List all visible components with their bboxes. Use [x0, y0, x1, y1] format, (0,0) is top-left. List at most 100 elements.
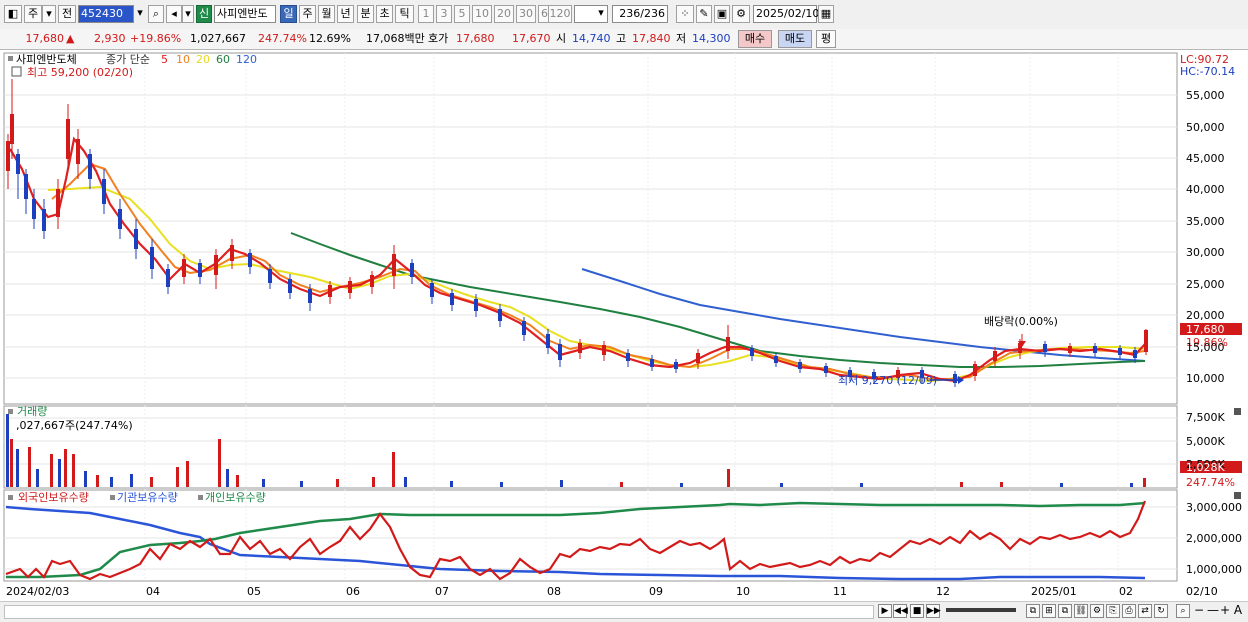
copy-icon[interactable]: ⎘: [1106, 604, 1120, 618]
chart-area[interactable]: 사피엔반도체 종가 단순 5 10 20 60 120 최고 59,200 (0…: [0, 49, 1248, 601]
institution-handle-icon[interactable]: [110, 495, 115, 500]
interval-dropdown-icon[interactable]: ▾: [595, 5, 607, 23]
ma-label: 종가 단순: [106, 53, 150, 66]
hold-tick-2m: 2,000,000: [1186, 532, 1242, 545]
zoom-in-icon[interactable]: +: [1218, 604, 1232, 618]
hc-label: HC:-70.14: [1180, 65, 1235, 78]
individual-legend: 개인보유수량: [205, 491, 266, 504]
refresh-icon[interactable]: ↻: [1154, 604, 1168, 618]
speaker-dropdown-icon[interactable]: ▾: [182, 5, 194, 23]
interval-120-button[interactable]: 120: [548, 5, 572, 23]
x-label-05: 05: [247, 585, 261, 598]
foreign-legend: 외국인보유수량: [18, 491, 89, 504]
save-icon[interactable]: ▣: [714, 5, 730, 23]
quote-bar: 17,680 ▲ 2,930 +19.86% 1,027,667 247.74%…: [0, 29, 1248, 50]
gear-icon[interactable]: ⚙: [732, 5, 750, 23]
bar-count-field[interactable]: 236/236: [612, 5, 668, 23]
period-day-tab[interactable]: 일: [280, 5, 297, 23]
individual-handle-icon[interactable]: [198, 495, 203, 500]
stock-name-field[interactable]: 사피엔반도: [214, 5, 276, 23]
period-minute-tab[interactable]: 분: [357, 5, 374, 23]
open-price: 14,740: [572, 32, 611, 45]
date-field[interactable]: 2025/02/10: [753, 5, 819, 23]
period-tick-tab[interactable]: 틱: [395, 5, 414, 23]
hold-tick-1m: 1,000,000: [1186, 563, 1242, 576]
indicator-icon[interactable]: ⊞: [1042, 604, 1056, 618]
zoom-slider[interactable]: [946, 608, 1016, 612]
draw-tool-icon[interactable]: ✎: [696, 5, 712, 23]
x-label-02: 02: [1119, 585, 1133, 598]
y-tick-15000: 15,000: [1186, 341, 1225, 354]
sell-button[interactable]: 매도: [778, 30, 812, 48]
new-listing-badge: 신: [196, 5, 212, 23]
change-percent: +19.86%: [130, 32, 182, 45]
prev-button[interactable]: 전: [58, 5, 76, 23]
search-icon[interactable]: ⌕: [148, 5, 164, 23]
overlay-icon[interactable]: ⧉: [1058, 604, 1072, 618]
volume-value: 1,027,667: [190, 32, 246, 45]
evaluate-button[interactable]: 평: [816, 30, 836, 48]
scroll-right-end-icon[interactable]: ▶▶: [926, 604, 941, 618]
period-month-tab[interactable]: 월: [318, 5, 335, 23]
price-tag: 17,680: [1186, 323, 1225, 336]
ask-price: 17,680: [456, 32, 495, 45]
interval-5-button[interactable]: 5: [454, 5, 470, 23]
font-size-icon[interactable]: A: [1231, 604, 1245, 618]
speaker-icon[interactable]: ◂: [166, 5, 182, 23]
y-tick-35000: 35,000: [1186, 215, 1225, 228]
stop-icon[interactable]: ■: [910, 604, 924, 618]
interval-1-button[interactable]: 1: [418, 5, 434, 23]
high-label: 고: [616, 32, 627, 45]
y-tick-55000: 55,000: [1186, 89, 1225, 102]
stock-code-input[interactable]: 452430: [78, 5, 134, 23]
horizontal-scrollbar[interactable]: [4, 605, 874, 619]
change-value: 2,930: [94, 32, 126, 45]
y-tick-45000: 45,000: [1186, 152, 1225, 165]
interval-30-button[interactable]: 30: [516, 5, 536, 23]
volume-title: 거래량: [17, 405, 47, 418]
x-label-11: 11: [833, 585, 847, 598]
y-tick-40000: 40,000: [1186, 183, 1225, 196]
volume-close-icon[interactable]: [1234, 408, 1241, 415]
interval-10-button[interactable]: 10: [472, 5, 492, 23]
hold-tick-3m: 3,000,000: [1186, 501, 1242, 514]
mirror-icon[interactable]: ⇄: [1138, 604, 1152, 618]
zoom-out-icon[interactable]: −: [1192, 604, 1206, 618]
y-tick-30000: 30,000: [1186, 246, 1225, 259]
vol-tick-5000: 5,000K: [1186, 435, 1225, 448]
period-second-tab[interactable]: 초: [376, 5, 393, 23]
holding-panel-handle-icon[interactable]: [8, 495, 13, 500]
y-tick-25000: 25,000: [1186, 278, 1225, 291]
dividend-note: 배당락(0.00%): [984, 315, 1058, 328]
y-tick-50000: 50,000: [1186, 121, 1225, 134]
chevron-down-icon[interactable]: ▾: [42, 5, 56, 23]
ma10-label: 10: [176, 53, 190, 66]
buy-button[interactable]: 매수: [738, 30, 772, 48]
holding-close-icon[interactable]: [1234, 492, 1241, 499]
period-week-tab[interactable]: 주: [299, 5, 316, 23]
settings-chart-icon[interactable]: ⚙: [1090, 604, 1104, 618]
price-panel-handle-icon[interactable]: [8, 56, 13, 61]
high-note: 최고 59,200 (02/20): [27, 66, 133, 79]
grid-icon[interactable]: ⁘: [676, 5, 694, 23]
volume-note: ,027,667주(247.74%): [16, 419, 133, 432]
ma120-label: 120: [236, 53, 257, 66]
print-icon[interactable]: ⎙: [1122, 604, 1136, 618]
bottom-navigation: ▶ ◀◀ ■ ▶▶ ⧉ ⊞ ⧉ ⛓ ⚙ ⎘ ⎙ ⇄ ↻ ⌕ − — + A: [0, 601, 1248, 622]
interval-3-button[interactable]: 3: [436, 5, 452, 23]
scroll-right-icon[interactable]: ▶: [878, 604, 892, 618]
link-icon[interactable]: ⛓: [1074, 604, 1088, 618]
compare-icon[interactable]: ⧉: [1026, 604, 1040, 618]
volume-panel-handle-icon[interactable]: [8, 409, 13, 414]
period-year-tab[interactable]: 년: [337, 5, 354, 23]
scroll-left-end-icon[interactable]: ◀◀: [893, 604, 908, 618]
market-select[interactable]: 주: [24, 5, 42, 23]
price-panel-frame: [3, 52, 1178, 405]
volume-tag: 1,028K: [1186, 461, 1225, 474]
interval-20-button[interactable]: 20: [494, 5, 514, 23]
search-icon-bottom[interactable]: ⌕: [1176, 604, 1190, 618]
window-menu-icon[interactable]: ◧: [4, 5, 22, 23]
code-dropdown-icon[interactable]: ▾: [134, 5, 146, 23]
calendar-icon[interactable]: ▦: [818, 5, 834, 23]
holding-panel-frame: [3, 489, 1178, 582]
